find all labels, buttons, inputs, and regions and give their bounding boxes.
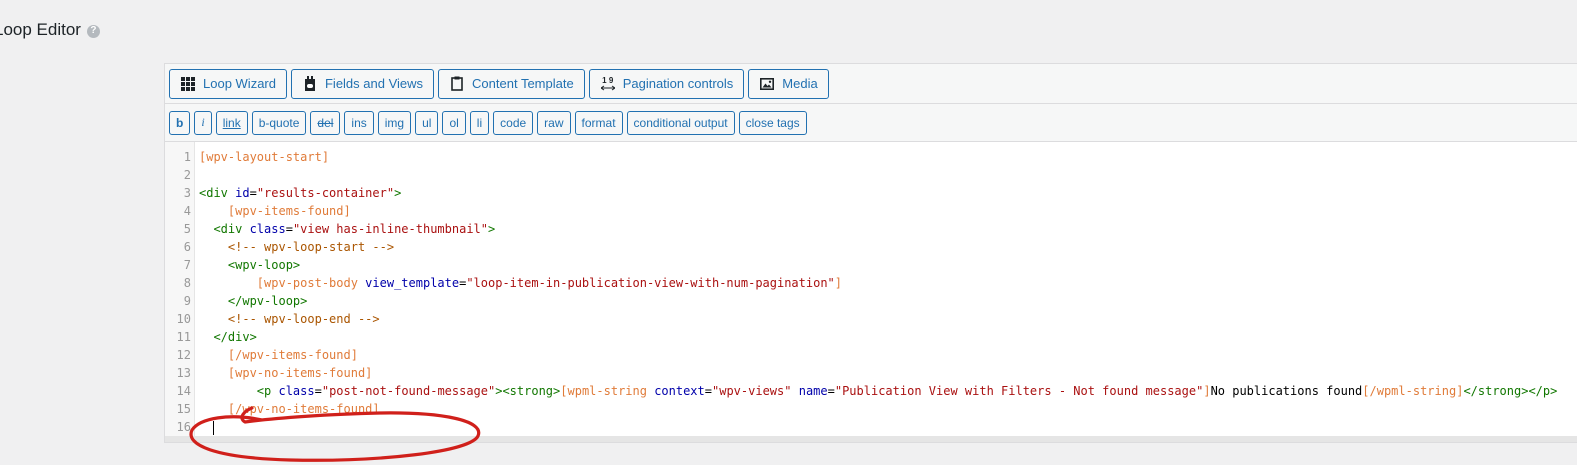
editor-toolbar: Loop Wizard Fields and Views Content Tem… [165, 64, 1577, 104]
loop-wizard-label: Loop Wizard [203, 76, 276, 91]
code-line[interactable]: 10 <!-- wpv-loop-end --> [165, 310, 1565, 328]
code-line-text: <div id="results-container"> [199, 186, 402, 200]
qt-img-button[interactable]: img [377, 110, 412, 135]
code-line-text: [/wpv-no-items-found] [227, 402, 380, 416]
code-line-text: [wpv-items-found] [227, 204, 351, 218]
text-cursor [213, 420, 215, 435]
qt-format-button[interactable]: format [574, 110, 623, 135]
media-label: Media [782, 76, 818, 91]
help-icon[interactable]: ? [86, 24, 100, 38]
media-button[interactable]: Media [748, 68, 829, 99]
media-icon [759, 76, 775, 92]
code-line-text: <wpv-loop> [227, 258, 301, 272]
code-line-text: [/wpv-items-found] [227, 348, 358, 362]
code-line[interactable]: 5 <div class="view has-inline-thumbnail"… [165, 220, 1565, 238]
loop-wizard-button[interactable]: Loop Wizard [169, 68, 287, 99]
code-line[interactable]: 4 [wpv-items-found] [165, 202, 1565, 220]
qt-ins-button[interactable]: ins [344, 110, 374, 135]
code-line[interactable]: 7 <wpv-loop> [165, 256, 1565, 274]
line-number: 7 [183, 258, 191, 272]
line-number: 2 [183, 168, 191, 182]
pagination-controls-button[interactable]: 1 9 Pagination controls [588, 68, 745, 99]
qt-li-button[interactable]: li [469, 110, 490, 135]
code-line[interactable]: 1 [wpv-layout-start] [165, 148, 1565, 166]
content-template-button[interactable]: Content Template [438, 68, 585, 99]
pagination-icon: 1 9 [600, 76, 616, 92]
line-number: 12 [176, 348, 191, 362]
code-line-text: </div> [213, 330, 257, 344]
quicktags-toolbar: b i link b-quote del ins img ul ol li co… [165, 104, 1577, 142]
content-template-label: Content Template [472, 76, 574, 91]
line-number: 5 [183, 222, 191, 236]
code-line-text: <!-- wpv-loop-start --> [227, 240, 395, 254]
clipboard-icon [449, 76, 465, 92]
line-number: 10 [176, 312, 191, 326]
code-line[interactable]: 6 <!-- wpv-loop-start --> [165, 238, 1565, 256]
code-line[interactable]: 11 </div> [165, 328, 1565, 346]
qt-conditional-output-button[interactable]: conditional output [626, 110, 735, 135]
pagination-controls-label: Pagination controls [622, 76, 734, 91]
qt-code-button[interactable]: code [493, 110, 534, 135]
line-number: 9 [183, 294, 191, 308]
qt-link-button[interactable]: link [215, 110, 248, 135]
page-title-text: Loop Editor [0, 20, 81, 39]
fields-icon [302, 75, 318, 92]
qt-italic-button[interactable]: i [194, 110, 212, 135]
qt-bold-button[interactable]: b [169, 110, 191, 135]
line-number: 6 [183, 240, 191, 254]
code-line-text: </wpv-loop> [227, 294, 308, 308]
code-line-text: [wpv-layout-start] [199, 150, 330, 164]
code-line[interactable]: 13 [wpv-no-items-found] [165, 364, 1565, 382]
qt-ol-button[interactable]: ol [442, 110, 466, 135]
code-line-text: <div class="view has-inline-thumbnail"> [213, 222, 496, 236]
line-number: 4 [183, 204, 191, 218]
line-number: 1 [183, 150, 191, 164]
code-line-text [199, 418, 215, 436]
code-line[interactable]: 9 </wpv-loop> [165, 292, 1565, 310]
code-line[interactable]: 15 [/wpv-no-items-found] [165, 400, 1565, 418]
line-number: 15 [176, 402, 191, 416]
code-line-text: [wpv-no-items-found] [227, 366, 373, 380]
code-line-text: <!-- wpv-loop-end --> [227, 312, 380, 326]
code-editor[interactable]: 1 [wpv-layout-start] 2 3 <div id="results-co… [165, 142, 1577, 442]
loop-editor-page: Loop Editor ? Loop Wizard Fields and Vie… [0, 0, 1577, 465]
fields-and-views-label: Fields and Views [324, 76, 424, 91]
code-line[interactable]: 14 <p class="post-not-found-message"><st… [165, 382, 1565, 400]
pagination-icon-text: 1 9 [602, 75, 614, 85]
grid-icon [180, 76, 196, 92]
line-number: 8 [183, 276, 191, 290]
line-number: 3 [183, 186, 191, 200]
qt-bquote-button[interactable]: b-quote [251, 110, 307, 135]
loop-editor: Loop Wizard Fields and Views Content Tem… [164, 63, 1577, 443]
code-line[interactable]: 3 <div id="results-container"> [165, 184, 1565, 202]
qt-close-tags-button[interactable]: close tags [738, 110, 807, 135]
qt-del-button[interactable]: del [310, 110, 341, 135]
code-line[interactable]: 2 [165, 166, 1565, 184]
fields-and-views-button[interactable]: Fields and Views [290, 68, 435, 99]
page-title: Loop Editor ? [0, 20, 100, 40]
line-number: 13 [176, 366, 191, 380]
qt-ul-button[interactable]: ul [415, 110, 439, 135]
code-line[interactable]: 8 [wpv-post-body view_template="loop-ite… [165, 274, 1565, 292]
code-line-text: [wpv-post-body view_template="loop-item-… [256, 276, 843, 290]
code-line[interactable]: 12 [/wpv-items-found] [165, 346, 1565, 364]
qt-raw-button[interactable]: raw [537, 110, 571, 135]
horizontal-scrollbar[interactable] [165, 436, 1577, 442]
line-number: 11 [176, 330, 191, 344]
code-line[interactable]: 16 [165, 418, 1565, 436]
line-number: 14 [176, 384, 191, 398]
line-number: 16 [176, 420, 191, 434]
code-line-text: <p class="post-not-found-message"><stron… [256, 384, 1558, 398]
